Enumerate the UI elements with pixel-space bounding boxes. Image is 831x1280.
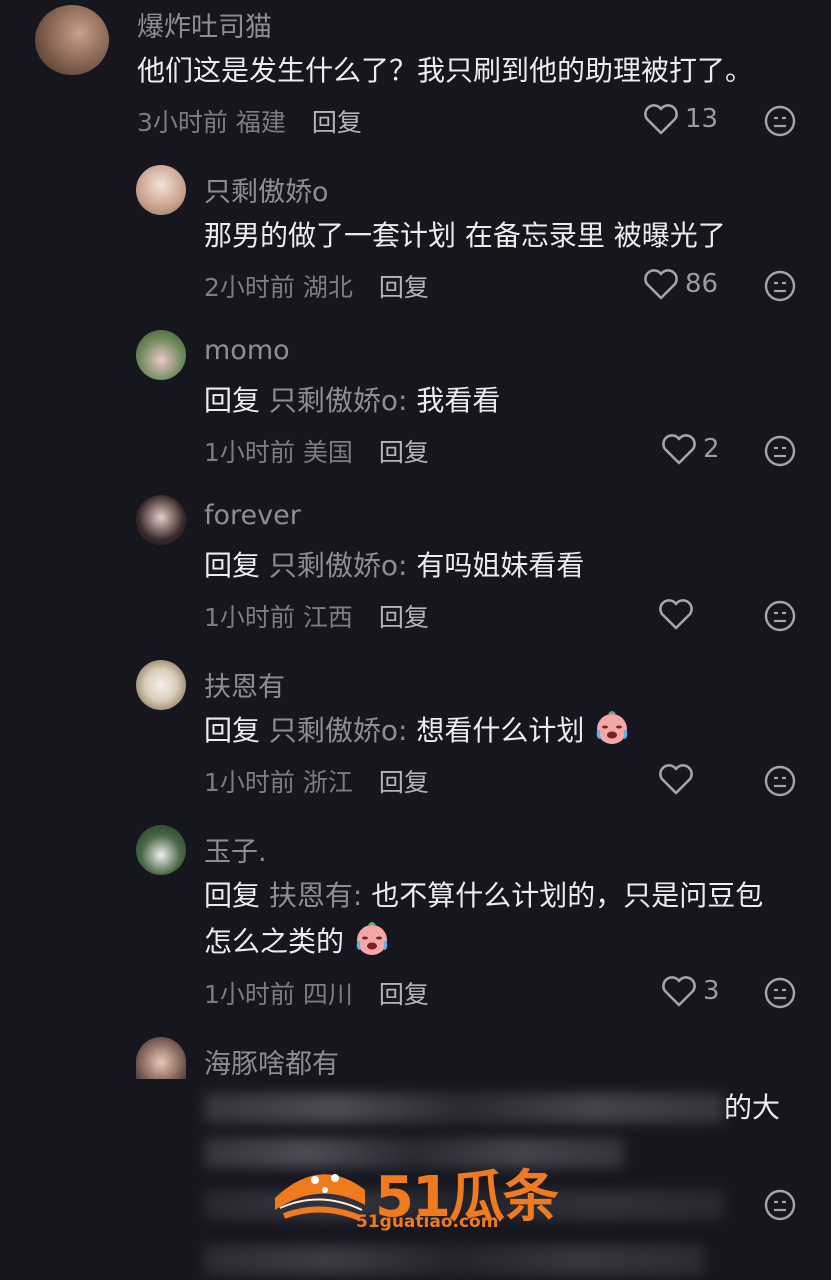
comment-time: 1小时前 (204, 768, 295, 797)
comment-text: 他们这是发生什么了？我只刷到他的助理被打了。 (137, 54, 754, 87)
neutral-face-icon[interactable] (764, 270, 796, 302)
neutral-face-icon[interactable] (764, 977, 796, 1009)
neutral-face-icon[interactable] (764, 105, 796, 137)
comment-text-visible: 的大 (724, 1091, 781, 1124)
comment-author[interactable]: 玉子. (204, 830, 267, 869)
reply-target[interactable]: 只剩傲娇o: (269, 549, 408, 582)
reply-button[interactable]: 回复 (379, 438, 429, 467)
reply-prefix: 回复 (204, 549, 261, 582)
comment-region: 湖北 (302, 273, 353, 302)
blurred-text (204, 1093, 724, 1123)
reply-button[interactable]: 回复 (379, 768, 429, 797)
comment-region: 福建 (235, 108, 286, 137)
comment-text: 回复 只剩傲娇o: 有吗姐妹看看 (204, 543, 584, 589)
like-button[interactable]: 13 (643, 103, 718, 135)
like-count: 13 (685, 104, 719, 134)
blurred-text (204, 1245, 704, 1275)
comment-meta: 2小时前 湖北 回复 (204, 268, 429, 304)
reply-prefix: 回复 (204, 714, 261, 747)
avatar[interactable] (136, 660, 186, 710)
heart-outline-icon (659, 599, 693, 630)
reply-target[interactable]: 只剩傲娇o: (269, 384, 408, 417)
comment-text: 那男的做了一套计划 在备忘录里 被曝光了 (204, 219, 726, 252)
reply-body: 有吗姐妹看看 (416, 549, 585, 582)
comment-meta: 1小时前 浙江 回复 (204, 763, 429, 799)
avatar[interactable] (35, 5, 109, 75)
reply-body-cont: 怎么之类的 (204, 925, 345, 958)
comment-meta: 1小时前 四川 回复 (204, 975, 429, 1011)
heart-outline-icon (644, 269, 678, 300)
comment-time: 1小时前 (204, 980, 295, 1009)
comment-region: 四川 (302, 980, 353, 1009)
comment-author[interactable]: forever (204, 500, 301, 531)
comment-text: 回复 扶恩有: 也不算什么计划的，只是问豆包 (204, 873, 763, 919)
neutral-face-icon[interactable] (764, 600, 796, 632)
reply-button[interactable]: 回复 (379, 603, 429, 632)
like-button[interactable] (658, 598, 700, 630)
comment-region: 浙江 (302, 768, 353, 797)
crying-face-emoji (597, 711, 628, 744)
comment-author[interactable]: 爆炸吐司猫 (137, 5, 272, 44)
neutral-face-icon[interactable] (764, 1189, 796, 1221)
reply-body: 也不算什么计划的，只是问豆包 (371, 879, 764, 912)
reply-button[interactable]: 回复 (379, 273, 429, 302)
like-count: 86 (685, 269, 719, 299)
avatar[interactable] (136, 330, 186, 380)
comment-author[interactable]: 扶恩有 (204, 665, 285, 704)
comment-region: 美国 (302, 438, 353, 467)
avatar[interactable] (136, 825, 186, 875)
like-button[interactable]: 2 (661, 433, 720, 465)
neutral-face-icon[interactable] (764, 765, 796, 797)
heart-outline-icon (662, 976, 696, 1007)
comment-text: 回复 只剩傲娇o: 想看什么计划 (204, 708, 631, 754)
avatar[interactable] (136, 495, 186, 545)
like-button[interactable] (658, 763, 700, 795)
reply-button[interactable]: 回复 (312, 108, 362, 137)
avatar[interactable] (136, 1037, 186, 1079)
reply-prefix: 回复 (204, 384, 261, 417)
comment-text: 回复 只剩傲娇o: 我看看 (204, 378, 500, 424)
heart-outline-icon (644, 104, 678, 135)
comment-time: 3小时前 (137, 108, 228, 137)
like-count: 3 (703, 976, 720, 1006)
reply-button[interactable]: 回复 (379, 980, 429, 1009)
reply-target[interactable]: 扶恩有: (269, 879, 362, 912)
comment-author[interactable]: momo (204, 335, 290, 366)
reply-body: 想看什么计划 (416, 714, 585, 747)
comment-author[interactable]: 只剩傲娇o (204, 170, 329, 209)
comment-time: 2小时前 (204, 273, 295, 302)
comment-text-line2: 怎么之类的 (204, 919, 391, 965)
comment-meta: 3小时前 福建 回复 (137, 103, 362, 139)
comment-meta: 1小时前 江西 回复 (204, 598, 429, 634)
avatar[interactable] (136, 165, 186, 215)
comment-time: 1小时前 (204, 438, 295, 467)
reply-prefix: 回复 (204, 879, 261, 912)
like-button[interactable]: 86 (643, 268, 718, 300)
comment-time: 1小时前 (204, 603, 295, 632)
watermark-url: 51guatiao.com (356, 1212, 499, 1232)
comment-meta: 1小时前 美国 回复 (204, 433, 429, 469)
reply-body: 我看看 (416, 384, 501, 417)
heart-outline-icon (659, 764, 693, 795)
like-count: 2 (703, 434, 720, 464)
crying-face-emoji (356, 922, 388, 955)
like-button[interactable]: 3 (661, 975, 720, 1007)
comment-region: 江西 (302, 603, 353, 632)
heart-outline-icon (662, 434, 696, 465)
reply-target[interactable]: 只剩傲娇o: (269, 714, 408, 747)
comment-author[interactable]: 海豚啥都有 (204, 1042, 339, 1081)
neutral-face-icon[interactable] (764, 435, 796, 467)
